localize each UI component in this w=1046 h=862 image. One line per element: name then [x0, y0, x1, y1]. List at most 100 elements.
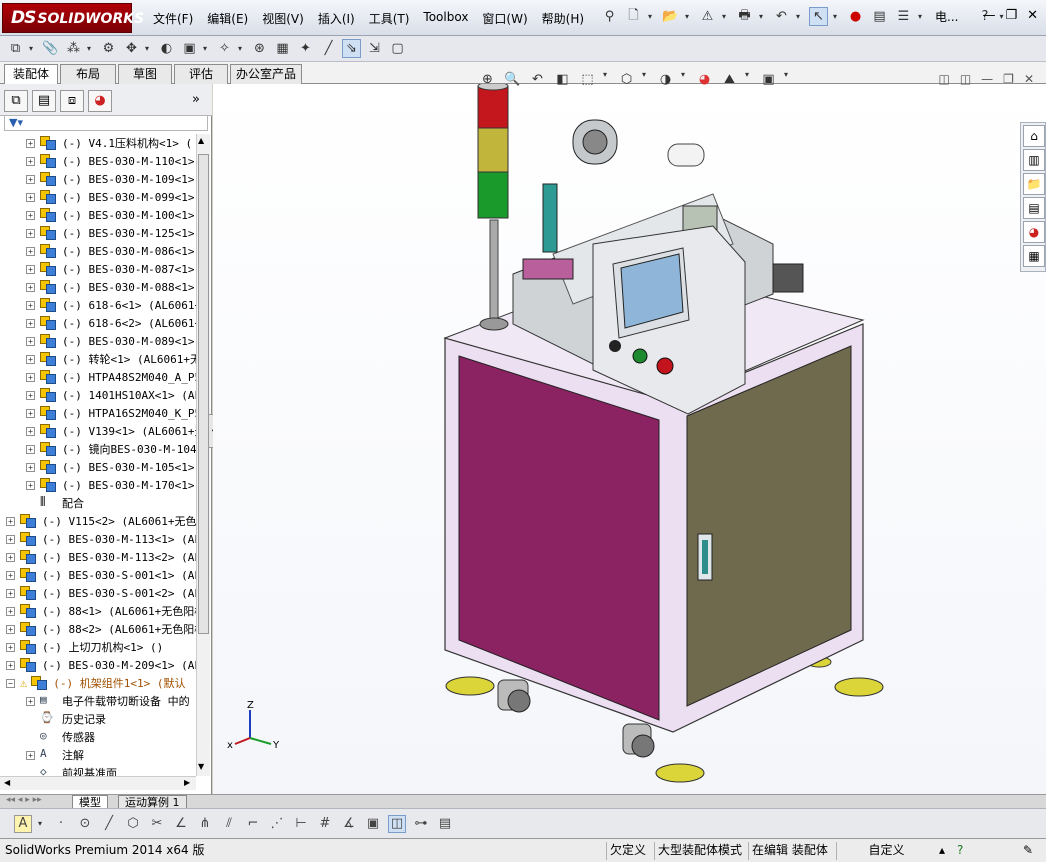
- new-icon[interactable]: 🗋: [624, 7, 643, 26]
- tab-model[interactable]: 模型: [72, 795, 108, 809]
- corner-icon[interactable]: ⌐: [244, 815, 262, 833]
- expand-toggle-icon[interactable]: +: [26, 156, 35, 166]
- linear-pattern-icon[interactable]: ⁂: [64, 39, 83, 58]
- expand-toggle-icon[interactable]: +: [6, 534, 15, 544]
- expand-toggle-icon[interactable]: +: [6, 606, 15, 616]
- restore-icon[interactable]: ❐: [1005, 8, 1017, 23]
- menu-window[interactable]: 窗口(W): [475, 8, 534, 29]
- assembly-features-icon[interactable]: ▣: [180, 39, 199, 58]
- select-icon[interactable]: ↖: [809, 7, 828, 26]
- expand-toggle-icon[interactable]: +: [26, 138, 35, 148]
- chevron-down-icon[interactable]: ▾: [833, 12, 841, 21]
- clearance-verification-icon[interactable]: ⇲: [365, 39, 384, 58]
- 3d-view-icon[interactable]: ◫: [388, 814, 406, 833]
- expand-toggle-icon[interactable]: +: [26, 210, 35, 220]
- rebuild-icon[interactable]: ⚠: [698, 7, 717, 26]
- tree-item[interactable]: + (-) BES-030-M-113<2> (AL6: [6, 548, 196, 566]
- angle-icon[interactable]: ∠: [172, 815, 190, 833]
- scroll-right-icon[interactable]: ▶: [184, 778, 190, 787]
- tree-item[interactable]: + (-) V139<1> (AL6061+无: [26, 422, 196, 440]
- chevron-down-icon[interactable]: ▾: [796, 12, 804, 21]
- chevron-down-icon[interactable]: ▾: [238, 44, 246, 53]
- tab-sketch[interactable]: 草图: [118, 64, 172, 84]
- polygon-icon[interactable]: ⬡: [124, 815, 142, 833]
- tree-item[interactable]: + (-) BES-030-M-086<1> (: [26, 242, 196, 260]
- open-icon[interactable]: 📂: [661, 7, 680, 26]
- tree-item[interactable]: + (-) HTPA16S2M040_K_P5_: [26, 404, 196, 422]
- chevron-down-icon[interactable]: ▾: [685, 12, 693, 21]
- traffic-light-icon[interactable]: ●: [846, 7, 865, 26]
- tab-evaluate[interactable]: 评估: [174, 64, 228, 84]
- chevron-down-icon[interactable]: ▾: [722, 12, 730, 21]
- scroll-up-icon[interactable]: ▲: [198, 136, 204, 145]
- tree-item[interactable]: + (-) 转轮<1> (AL6061+无: [26, 350, 196, 368]
- chevron-down-icon[interactable]: ▾: [648, 12, 656, 21]
- reference-geometry-icon[interactable]: ✧: [215, 39, 234, 58]
- chevron-down-icon[interactable]: ▾: [759, 12, 767, 21]
- expand-toggle-icon[interactable]: +: [26, 444, 35, 454]
- print-icon[interactable]: 🖶: [735, 7, 754, 26]
- tab-nav-arrows[interactable]: ◂◂ ◂ ▸ ▸▸: [6, 795, 42, 805]
- tree-item[interactable]: + (-) V115<2> (AL6061+无色阳: [6, 512, 196, 530]
- circle-icon[interactable]: ⊙: [76, 815, 94, 833]
- tree-item[interactable]: + (-) BES-030-M-105<1> (: [26, 458, 196, 476]
- explode-line-sketch-icon[interactable]: ╱: [319, 39, 338, 58]
- expand-toggle-icon[interactable]: +: [26, 300, 35, 310]
- menu-edit[interactable]: 编辑(E): [200, 8, 255, 29]
- hole-alignment-icon[interactable]: ▢: [388, 39, 407, 58]
- expand-toggle-icon[interactable]: +: [26, 408, 35, 418]
- chevron-down-icon[interactable]: ▾: [145, 44, 153, 53]
- undo-icon[interactable]: ↶: [772, 7, 791, 26]
- tree-item[interactable]: ◇ 前视基准面: [26, 764, 117, 776]
- exploded-view-icon[interactable]: ✦: [296, 39, 315, 58]
- mate-icon[interactable]: 📎: [41, 39, 60, 58]
- machine-model[interactable]: Z Y x: [213, 84, 1046, 794]
- new-motion-study-icon[interactable]: ⊛: [250, 39, 269, 58]
- tag-icon[interactable]: ✎: [1020, 842, 1036, 860]
- design-library-icon[interactable]: ▥: [1023, 149, 1045, 171]
- insert-component-icon[interactable]: ⧉: [6, 39, 25, 58]
- expand-toggle-icon[interactable]: +: [26, 336, 35, 346]
- scroll-thumb[interactable]: [198, 154, 209, 634]
- chevron-down-icon[interactable]: ▾: [38, 819, 46, 828]
- tree-item[interactable]: + (-) BES-030-M-087<1> (: [26, 260, 196, 278]
- graphics-area[interactable]: ⊕ 🔍 ↶ ◧ ⬚▾ ⬡▾ ◑▾ ◕ ⛰▾ ▣▾ ◫ ◫ — ❐ ✕: [213, 70, 1046, 794]
- tree-item[interactable]: + (-) 1401HS10AX<1> (AL6: [26, 386, 196, 404]
- tree-item[interactable]: + (-) BES-030-M-110<1> (: [26, 152, 196, 170]
- tree-item[interactable]: + (-) 上切刀机构<1> (): [6, 638, 163, 656]
- status-units[interactable]: 自定义: [836, 842, 936, 860]
- expand-toggle-icon[interactable]: +: [26, 390, 35, 400]
- interference-detection-icon[interactable]: ⇘: [342, 39, 361, 58]
- chevron-down-icon[interactable]: ▾: [87, 44, 95, 53]
- grid-icon[interactable]: #: [316, 815, 334, 833]
- expand-panel-icon[interactable]: »: [192, 92, 200, 107]
- display-manager-tab-icon[interactable]: ◕: [88, 90, 112, 112]
- menu-insert[interactable]: 插入(I): [311, 8, 362, 29]
- chevron-down-icon[interactable]: ▾: [203, 44, 211, 53]
- tree-vertical-scrollbar[interactable]: ▲ ▼: [196, 134, 210, 776]
- tree-item[interactable]: + (-) 88<1> (AL6061+无色阳极: [6, 602, 196, 620]
- tree-item[interactable]: + (-) BES-030-M-170<1> (: [26, 476, 196, 494]
- pin-icon[interactable]: ⚲: [600, 7, 619, 26]
- expand-toggle-icon[interactable]: +: [6, 642, 15, 652]
- tree-item[interactable]: + (-) BES-030-M-089<1> (: [26, 332, 196, 350]
- expand-toggle-icon[interactable]: +: [6, 516, 15, 526]
- menu-help[interactable]: 帮助(H): [535, 8, 591, 29]
- tree-item[interactable]: − ⚠ (-) 机架组件1<1> (默认: [6, 674, 185, 692]
- tree-item[interactable]: + (-) BES-030-M-113<1> (AL6: [6, 530, 196, 548]
- expand-toggle-icon[interactable]: +: [26, 426, 35, 436]
- expand-toggle-icon[interactable]: +: [6, 552, 15, 562]
- tree-item[interactable]: ◎ 传感器: [26, 728, 95, 746]
- tree-item[interactable]: + A 注解: [26, 746, 84, 764]
- custom-properties-icon[interactable]: ▦: [1023, 245, 1045, 267]
- menu-view[interactable]: 视图(V): [255, 8, 311, 29]
- close-icon[interactable]: ✕: [1027, 8, 1038, 23]
- expand-toggle-icon[interactable]: +: [26, 480, 35, 490]
- mirror-icon[interactable]: ⋔: [196, 815, 214, 833]
- tree-item[interactable]: + (-) HTPA48S2M040_A_P5_: [26, 368, 196, 386]
- expand-toggle-icon[interactable]: +: [26, 372, 35, 382]
- tree-item[interactable]: + ▤ 电子件载带切断设备 中的: [26, 692, 190, 710]
- tree-item[interactable]: + (-) BES-030-S-001<1> (AL6: [6, 566, 196, 584]
- tree-item[interactable]: + (-) V4.1压料机构<1> (: [26, 134, 192, 152]
- tree-horizontal-scrollbar[interactable]: ◀ ▶: [0, 776, 196, 790]
